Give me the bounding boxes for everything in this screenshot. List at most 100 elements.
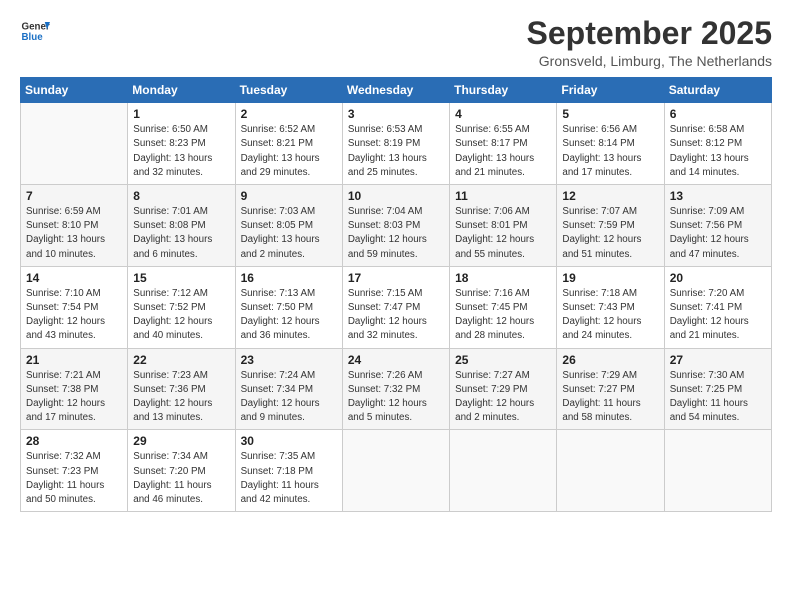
header-cell-monday: Monday bbox=[128, 78, 235, 103]
calendar-cell: 19 Sunrise: 7:18 AMSunset: 7:43 PMDayligh… bbox=[557, 266, 664, 348]
day-number: 5 bbox=[562, 107, 658, 121]
day-number: 16 bbox=[241, 271, 337, 285]
header-row: SundayMondayTuesdayWednesdayThursdayFrid… bbox=[21, 78, 772, 103]
day-number: 17 bbox=[348, 271, 444, 285]
calendar-cell bbox=[450, 430, 557, 512]
day-number: 9 bbox=[241, 189, 337, 203]
day-number: 8 bbox=[133, 189, 229, 203]
calendar-cell: 29 Sunrise: 7:34 AMSunset: 7:20 PMDayligh… bbox=[128, 430, 235, 512]
day-info: Sunrise: 7:10 AMSunset: 7:54 PMDaylight:… bbox=[26, 287, 122, 344]
day-info: Sunrise: 7:18 AMSunset: 7:43 PMDaylight:… bbox=[562, 287, 658, 344]
day-number: 26 bbox=[562, 353, 658, 367]
calendar-cell: 2 Sunrise: 6:52 AMSunset: 8:21 PMDaylight… bbox=[235, 103, 342, 185]
day-info: Sunrise: 7:13 AMSunset: 7:50 PMDaylight:… bbox=[241, 287, 337, 344]
calendar-cell: 20Sunrise: 7:20 AMSunset: 7:41 PMDayligh… bbox=[664, 266, 771, 348]
calendar-cell: 15Sunrise: 7:12 AMSunset: 7:52 PMDayligh… bbox=[128, 266, 235, 348]
day-number: 22 bbox=[133, 353, 229, 367]
calendar-cell: 13Sunrise: 7:09 AMSunset: 7:56 PMDayligh… bbox=[664, 185, 771, 267]
day-number: 23 bbox=[241, 353, 337, 367]
day-number: 6 bbox=[670, 107, 766, 121]
calendar-cell: 23 Sunrise: 7:24 AMSunset: 7:34 PMDayligh… bbox=[235, 348, 342, 430]
day-info: Sunrise: 7:03 AMSunset: 8:05 PMDaylight:… bbox=[241, 205, 337, 262]
day-number: 29 bbox=[133, 434, 229, 448]
day-info: Sunrise: 7:04 AMSunset: 8:03 PMDaylight:… bbox=[348, 205, 444, 262]
header-cell-tuesday: Tuesday bbox=[235, 78, 342, 103]
calendar-cell: 28 Sunrise: 7:32 AMSunset: 7:23 PMDayligh… bbox=[21, 430, 128, 512]
day-number: 2 bbox=[241, 107, 337, 121]
day-info: Sunrise: 7:01 AMSunset: 8:08 PMDaylight:… bbox=[133, 205, 229, 262]
calendar-cell: 4 Sunrise: 6:55 AMSunset: 8:17 PMDaylight… bbox=[450, 103, 557, 185]
calendar-cell: 8 Sunrise: 7:01 AMSunset: 8:08 PMDaylight… bbox=[128, 185, 235, 267]
calendar-cell: 22 Sunrise: 7:23 AMSunset: 7:36 PMDayligh… bbox=[128, 348, 235, 430]
calendar-cell bbox=[664, 430, 771, 512]
month-title: September 2025 bbox=[527, 16, 772, 51]
day-number: 18 bbox=[455, 271, 551, 285]
day-info: Sunrise: 7:24 AMSunset: 7:34 PMDaylight:… bbox=[241, 369, 337, 426]
day-info: Sunrise: 6:50 AMSunset: 8:23 PMDaylight:… bbox=[133, 123, 229, 180]
day-number: 10 bbox=[348, 189, 444, 203]
day-info: Sunrise: 6:52 AMSunset: 8:21 PMDaylight:… bbox=[241, 123, 337, 180]
week-row-4: 21 Sunrise: 7:21 AMSunset: 7:38 PMDayligh… bbox=[21, 348, 772, 430]
day-number: 1 bbox=[133, 107, 229, 121]
day-info: Sunrise: 7:30 AMSunset: 7:25 PMDaylight:… bbox=[670, 369, 766, 426]
day-info: Sunrise: 7:21 AMSunset: 7:38 PMDaylight:… bbox=[26, 369, 122, 426]
day-number: 7 bbox=[26, 189, 122, 203]
calendar-cell: 14 Sunrise: 7:10 AMSunset: 7:54 PMDayligh… bbox=[21, 266, 128, 348]
calendar-cell: 24 Sunrise: 7:26 AMSunset: 7:32 PMDayligh… bbox=[342, 348, 449, 430]
calendar-cell: 11Sunrise: 7:06 AMSunset: 8:01 PMDayligh… bbox=[450, 185, 557, 267]
calendar-cell: 7 Sunrise: 6:59 AMSunset: 8:10 PMDaylight… bbox=[21, 185, 128, 267]
day-info: Sunrise: 7:27 AMSunset: 7:29 PMDaylight:… bbox=[455, 369, 551, 426]
calendar-cell: 9 Sunrise: 7:03 AMSunset: 8:05 PMDaylight… bbox=[235, 185, 342, 267]
day-info: Sunrise: 7:20 AMSunset: 7:41 PMDaylight:… bbox=[670, 287, 766, 344]
calendar-cell: 26 Sunrise: 7:29 AMSunset: 7:27 PMDayligh… bbox=[557, 348, 664, 430]
day-number: 27 bbox=[670, 353, 766, 367]
day-info: Sunrise: 6:55 AMSunset: 8:17 PMDaylight:… bbox=[455, 123, 551, 180]
day-info: Sunrise: 7:26 AMSunset: 7:32 PMDaylight:… bbox=[348, 369, 444, 426]
day-info: Sunrise: 7:35 AMSunset: 7:18 PMDaylight:… bbox=[241, 450, 337, 507]
day-info: Sunrise: 7:06 AMSunset: 8:01 PMDaylight:… bbox=[455, 205, 551, 262]
calendar-cell bbox=[21, 103, 128, 185]
day-info: Sunrise: 7:07 AMSunset: 7:59 PMDaylight:… bbox=[562, 205, 658, 262]
day-info: Sunrise: 7:34 AMSunset: 7:20 PMDaylight:… bbox=[133, 450, 229, 507]
header-cell-saturday: Saturday bbox=[664, 78, 771, 103]
calendar-cell bbox=[342, 430, 449, 512]
day-number: 13 bbox=[670, 189, 766, 203]
header-cell-friday: Friday bbox=[557, 78, 664, 103]
day-info: Sunrise: 6:58 AMSunset: 8:12 PMDaylight:… bbox=[670, 123, 766, 180]
day-number: 3 bbox=[348, 107, 444, 121]
calendar-cell: 6 Sunrise: 6:58 AMSunset: 8:12 PMDaylight… bbox=[664, 103, 771, 185]
day-number: 14 bbox=[26, 271, 122, 285]
week-row-1: 1 Sunrise: 6:50 AMSunset: 8:23 PMDaylight… bbox=[21, 103, 772, 185]
subtitle: Gronsveld, Limburg, The Netherlands bbox=[527, 53, 772, 69]
calendar-cell: 1 Sunrise: 6:50 AMSunset: 8:23 PMDaylight… bbox=[128, 103, 235, 185]
calendar-cell bbox=[557, 430, 664, 512]
day-info: Sunrise: 7:16 AMSunset: 7:45 PMDaylight:… bbox=[455, 287, 551, 344]
page: General Blue September 2025 Gronsveld, L… bbox=[0, 0, 792, 612]
day-info: Sunrise: 7:23 AMSunset: 7:36 PMDaylight:… bbox=[133, 369, 229, 426]
day-info: Sunrise: 7:29 AMSunset: 7:27 PMDaylight:… bbox=[562, 369, 658, 426]
day-info: Sunrise: 6:59 AMSunset: 8:10 PMDaylight:… bbox=[26, 205, 122, 262]
svg-text:Blue: Blue bbox=[22, 32, 44, 43]
calendar-cell: 25 Sunrise: 7:27 AMSunset: 7:29 PMDayligh… bbox=[450, 348, 557, 430]
day-info: Sunrise: 6:56 AMSunset: 8:14 PMDaylight:… bbox=[562, 123, 658, 180]
day-number: 25 bbox=[455, 353, 551, 367]
day-number: 12 bbox=[562, 189, 658, 203]
header: General Blue September 2025 Gronsveld, L… bbox=[20, 16, 772, 69]
logo: General Blue bbox=[20, 16, 50, 46]
calendar-cell: 16 Sunrise: 7:13 AMSunset: 7:50 PMDayligh… bbox=[235, 266, 342, 348]
day-number: 19 bbox=[562, 271, 658, 285]
week-row-5: 28 Sunrise: 7:32 AMSunset: 7:23 PMDayligh… bbox=[21, 430, 772, 512]
day-info: Sunrise: 7:12 AMSunset: 7:52 PMDaylight:… bbox=[133, 287, 229, 344]
day-info: Sunrise: 7:15 AMSunset: 7:47 PMDaylight:… bbox=[348, 287, 444, 344]
day-number: 24 bbox=[348, 353, 444, 367]
header-cell-wednesday: Wednesday bbox=[342, 78, 449, 103]
calendar-cell: 3Sunrise: 6:53 AMSunset: 8:19 PMDaylight… bbox=[342, 103, 449, 185]
header-cell-thursday: Thursday bbox=[450, 78, 557, 103]
day-info: Sunrise: 7:32 AMSunset: 7:23 PMDaylight:… bbox=[26, 450, 122, 507]
day-number: 21 bbox=[26, 353, 122, 367]
calendar-cell: 21 Sunrise: 7:21 AMSunset: 7:38 PMDayligh… bbox=[21, 348, 128, 430]
day-number: 4 bbox=[455, 107, 551, 121]
header-cell-sunday: Sunday bbox=[21, 78, 128, 103]
day-number: 30 bbox=[241, 434, 337, 448]
day-number: 28 bbox=[26, 434, 122, 448]
